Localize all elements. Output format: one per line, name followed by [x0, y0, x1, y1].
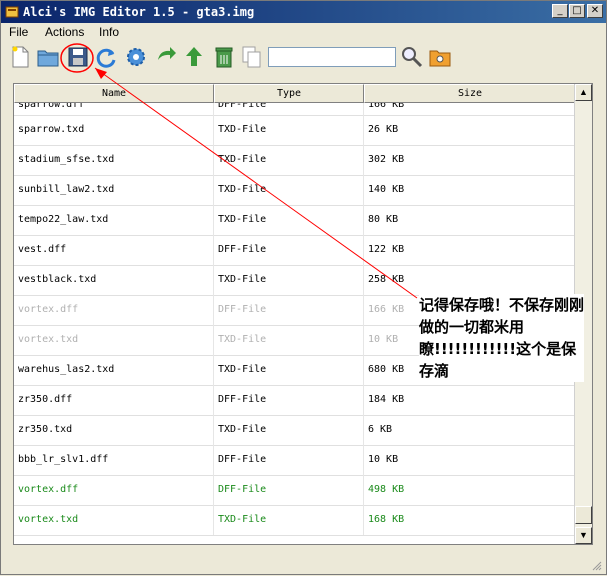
- cell-name: zr350.dff: [14, 385, 214, 415]
- cell-type: TXD-File: [214, 415, 364, 445]
- table-row[interactable]: vestblack.txd TXD-File 258 KB: [14, 265, 576, 296]
- table-row[interactable]: zr350.txd TXD-File 6 KB: [14, 415, 576, 446]
- cell-type: TXD-File: [214, 505, 364, 535]
- cell-type: TXD-File: [214, 175, 364, 205]
- cell-type: TXD-File: [214, 115, 364, 145]
- cell-size: 302 KB: [364, 145, 576, 175]
- cell-name: tempo22_law.txd: [14, 205, 214, 235]
- cell-name: sparrow.txd: [14, 115, 214, 145]
- cell-type: DFF-File: [214, 445, 364, 475]
- cell-size: 10 KB: [364, 445, 576, 475]
- minimize-button[interactable]: _: [552, 4, 568, 18]
- cell-type: TXD-File: [214, 205, 364, 235]
- cell-type: TXD-File: [214, 355, 364, 385]
- cell-size: 80 KB: [364, 205, 576, 235]
- cell-name: sunbill_law2.txd: [14, 175, 214, 205]
- cell-name: stadium_sfse.txd: [14, 145, 214, 175]
- cell-type: DFF-File: [214, 385, 364, 415]
- column-header-name[interactable]: Name: [14, 84, 214, 103]
- close-button[interactable]: ✕: [587, 4, 603, 18]
- table-row[interactable]: vest.dff DFF-File 122 KB: [14, 235, 576, 266]
- open-folder-icon[interactable]: [35, 44, 61, 70]
- cell-name: vestblack.txd: [14, 265, 214, 295]
- search-input[interactable]: [268, 47, 396, 67]
- cell-name: vortex.dff: [14, 475, 214, 505]
- export-icon[interactable]: [153, 44, 179, 70]
- annotation-text: 记得保存哦！不保存刚刚做的一切都米用瞭!!!!!!!!!!!!这个是保存滴: [419, 294, 585, 382]
- refresh-icon[interactable]: [93, 44, 119, 70]
- scroll-thumb[interactable]: [575, 506, 592, 524]
- cell-name: vortex.txd: [14, 325, 214, 355]
- cell-type: DFF-File: [214, 295, 364, 325]
- table-row[interactable]: tempo22_law.txd TXD-File 80 KB: [14, 205, 576, 236]
- table-row[interactable]: vortex.txd TXD-File 168 KB: [14, 505, 576, 536]
- cell-name: bbb_lr_slv1.dff: [14, 445, 214, 475]
- cell-size: 140 KB: [364, 175, 576, 205]
- cell-size: 498 KB: [364, 475, 576, 505]
- cell-type: TXD-File: [214, 265, 364, 295]
- folder-search-icon[interactable]: [427, 44, 453, 70]
- app-window: Alci's IMG Editor 1.5 - gta3.img _ □ ✕ F…: [0, 0, 607, 575]
- save-disk-icon[interactable]: [65, 44, 91, 70]
- maximize-button[interactable]: □: [569, 4, 585, 18]
- table-row[interactable]: zr350.dff DFF-File 184 KB: [14, 385, 576, 416]
- cell-size: 26 KB: [364, 115, 576, 145]
- cell-name: warehus_las2.txd: [14, 355, 214, 385]
- table-row[interactable]: stadium_sfse.txd TXD-File 302 KB: [14, 145, 576, 176]
- cell-type: DFF-File: [214, 103, 364, 115]
- table-row[interactable]: sparrow.txd TXD-File 26 KB: [14, 115, 576, 146]
- table-row[interactable]: vortex.dff DFF-File 498 KB: [14, 475, 576, 506]
- table-header: Name Type Size: [14, 84, 576, 103]
- cell-size: 6 KB: [364, 415, 576, 445]
- settings-gear-icon[interactable]: [123, 44, 149, 70]
- window-title: Alci's IMG Editor 1.5 - gta3.img: [23, 5, 255, 19]
- cell-type: DFF-File: [214, 235, 364, 265]
- toolbar: [1, 42, 606, 74]
- scroll-down-button[interactable]: ▼: [575, 527, 592, 544]
- cell-size: 168 KB: [364, 505, 576, 535]
- menu-actions[interactable]: Actions: [45, 25, 84, 39]
- cell-type: DFF-File: [214, 475, 364, 505]
- import-icon[interactable]: [181, 44, 207, 70]
- cell-name: zr350.txd: [14, 415, 214, 445]
- table-row[interactable]: bbb_lr_slv1.dff DFF-File 10 KB: [14, 445, 576, 476]
- cell-name: vest.dff: [14, 235, 214, 265]
- cell-size: 184 KB: [364, 385, 576, 415]
- delete-icon[interactable]: [211, 44, 237, 70]
- resize-grip-icon[interactable]: [590, 559, 602, 571]
- menu-bar: File Actions Info: [1, 23, 606, 41]
- column-header-type[interactable]: Type: [214, 84, 364, 103]
- search-icon[interactable]: [399, 44, 425, 70]
- scroll-up-button[interactable]: ▲: [575, 84, 592, 101]
- cell-name: vortex.txd: [14, 505, 214, 535]
- table-row[interactable]: sunbill_law2.txd TXD-File 140 KB: [14, 175, 576, 206]
- cell-size: 122 KB: [364, 235, 576, 265]
- cell-name: vortex.dff: [14, 295, 214, 325]
- cell-type: TXD-File: [214, 145, 364, 175]
- cell-size: 258 KB: [364, 265, 576, 295]
- menu-info[interactable]: Info: [99, 25, 119, 39]
- title-bar[interactable]: Alci's IMG Editor 1.5 - gta3.img _ □ ✕: [1, 1, 606, 23]
- new-file-icon[interactable]: [7, 44, 33, 70]
- cell-type: TXD-File: [214, 325, 364, 355]
- cell-size: 166 KB: [364, 103, 576, 115]
- copy-icon[interactable]: [239, 44, 265, 70]
- menu-file[interactable]: File: [9, 25, 28, 39]
- column-header-size[interactable]: Size: [364, 84, 576, 103]
- cell-name: sparrow.dff: [14, 103, 214, 115]
- app-icon: [5, 6, 19, 18]
